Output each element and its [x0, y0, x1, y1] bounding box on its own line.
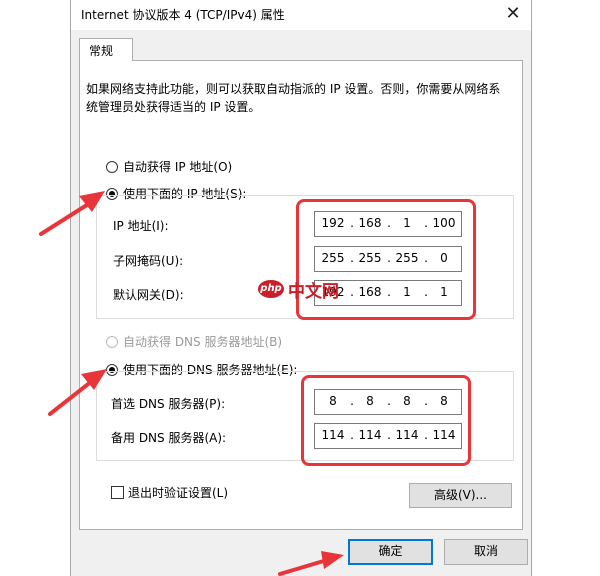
tab-general[interactable]: 常规 — [79, 38, 133, 61]
arrow-icon — [39, 191, 105, 236]
arrow-icon — [48, 369, 107, 416]
watermark-text: 中文网 — [288, 282, 339, 302]
php-logo-icon: php — [258, 280, 284, 298]
arrow-icon — [278, 551, 344, 576]
tab-general-label: 常规 — [89, 44, 114, 58]
